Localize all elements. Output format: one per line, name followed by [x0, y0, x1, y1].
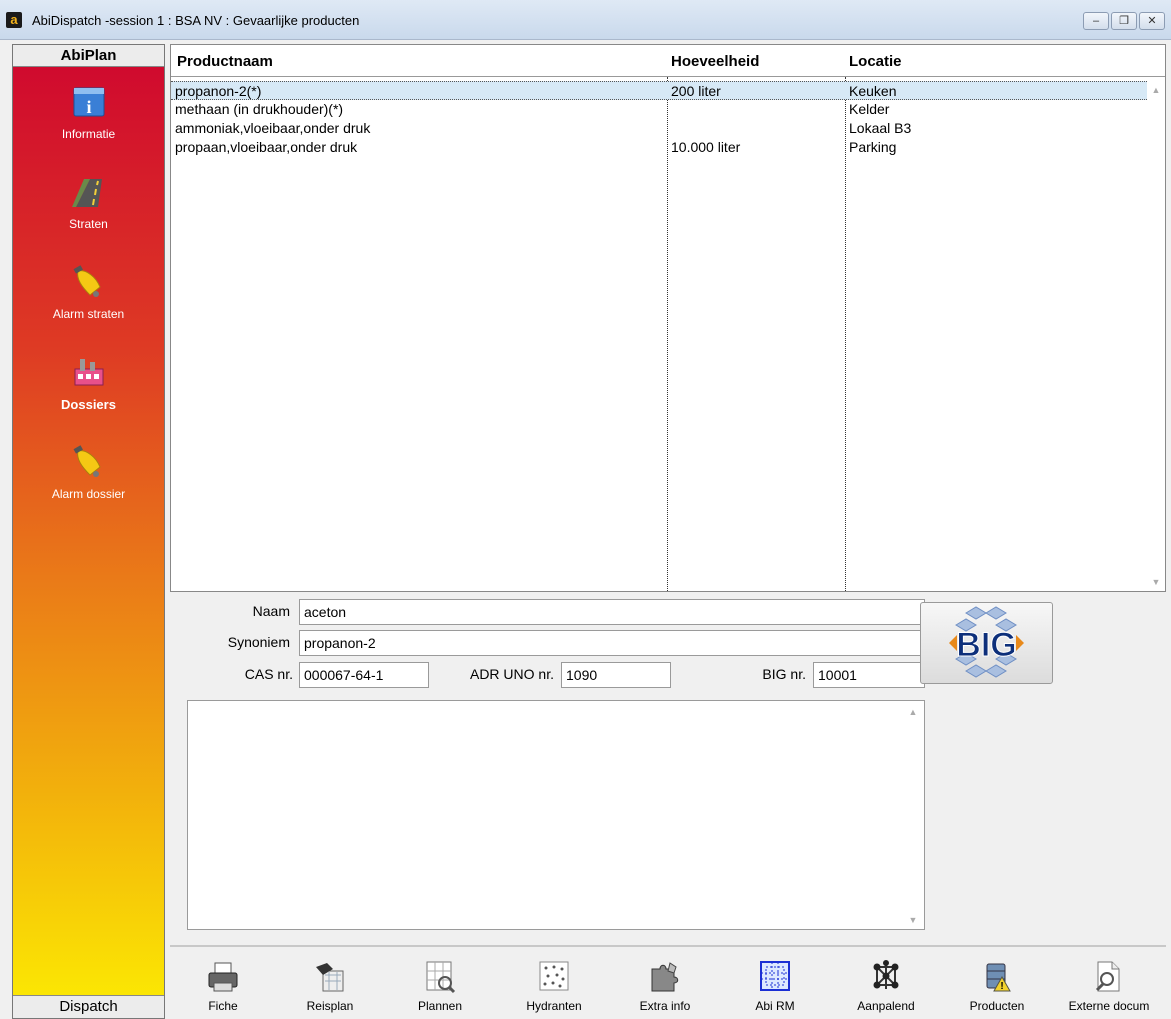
notes-textarea[interactable]: ▲ ▼	[187, 700, 925, 930]
table-scrollbar[interactable]: ▲ ▼	[1147, 77, 1165, 591]
sidebar-item-label: Dossiers	[61, 397, 116, 412]
toolbar-label: Producten	[969, 999, 1025, 1013]
network-icon	[873, 960, 899, 989]
toolbar-label: Fiche	[208, 999, 238, 1013]
sidebar-footer[interactable]: Dispatch	[13, 995, 164, 1018]
cas-label: CAS nr.	[244, 666, 293, 682]
table-body: propanon-2(*) 200 liter Keuken methaan (in …	[171, 81, 1147, 157]
toolbar-label: Extra info	[639, 999, 691, 1013]
svg-text:i: i	[86, 97, 91, 117]
cell-productnaam: propanon-2(*)	[175, 83, 262, 99]
toolbar-label: Externe docum	[1068, 999, 1150, 1013]
sidebar-item-label: Informatie	[61, 127, 116, 141]
externe-documenten-button[interactable]: Externe docum	[1061, 959, 1157, 1013]
sidebar-nav: i Informatie Straten Alarm straten Dossi…	[13, 67, 164, 995]
fiche-button[interactable]: Fiche	[175, 959, 271, 1013]
synoniem-label: Synoniem	[227, 634, 290, 650]
bell-icon	[73, 265, 101, 297]
cell-productnaam: propaan,vloeibaar,onder druk	[175, 139, 358, 155]
hydrant-map-icon	[539, 961, 569, 991]
grid-icon	[760, 961, 790, 991]
info-icon: i	[73, 87, 104, 117]
sidebar: AbiPlan i Informatie Straten Alarm strat…	[12, 44, 165, 1019]
sidebar-header[interactable]: AbiPlan	[13, 45, 164, 67]
hazard-barrel-icon: !	[986, 963, 1011, 992]
minimize-button[interactable]: –	[1083, 12, 1109, 30]
cell-hoeveelheid: 10.000 liter	[671, 139, 741, 155]
puzzle-icon	[651, 962, 679, 992]
cell-productnaam: ammoniak,vloeibaar,onder druk	[175, 120, 371, 136]
sidebar-item-label: Straten	[69, 217, 108, 231]
table-row[interactable]: propaan,vloeibaar,onder druk 10.000 liter…	[171, 138, 1147, 157]
adr-uno-label: ADR UNO nr.	[469, 666, 554, 682]
printer-icon	[208, 962, 238, 992]
toolbar-label: Abi RM	[755, 999, 795, 1013]
svg-text:!: !	[1000, 981, 1003, 992]
scroll-up-icon[interactable]: ▲	[1147, 85, 1165, 95]
app-logo-icon: a	[6, 12, 22, 28]
scroll-up-icon[interactable]: ▲	[904, 707, 922, 717]
naam-label: Naam	[252, 603, 290, 619]
plannen-button[interactable]: Plannen	[392, 959, 488, 1013]
window-titlebar: a AbiDispatch -session 1 : BSA NV : Geva…	[0, 0, 1171, 40]
scroll-down-icon[interactable]: ▼	[904, 915, 922, 925]
sidebar-item-informatie[interactable]: i Informatie	[13, 85, 164, 141]
svg-text:BIG: BIG	[956, 626, 1016, 664]
column-header-productnaam[interactable]: Productnaam	[177, 53, 273, 70]
big-logo-icon: BIG	[949, 606, 1024, 678]
scroll-down-icon[interactable]: ▼	[1147, 577, 1165, 587]
sidebar-item-alarm-dossier[interactable]: Alarm dossier	[13, 445, 164, 501]
reisplan-button[interactable]: Reisplan	[282, 959, 378, 1013]
extra-info-button[interactable]: Extra info	[617, 959, 713, 1013]
adr-uno-field[interactable]: 1090	[561, 662, 671, 688]
column-header-hoeveelheid[interactable]: Hoeveelheid	[671, 53, 759, 70]
close-button[interactable]: ✕	[1139, 12, 1165, 30]
sidebar-item-label: Alarm dossier	[51, 487, 126, 501]
column-header-locatie[interactable]: Locatie	[849, 53, 902, 70]
naam-field[interactable]: aceton	[299, 599, 925, 625]
restore-button[interactable]: ❐	[1111, 12, 1137, 30]
big-database-button[interactable]: BIG	[920, 602, 1053, 684]
sidebar-item-straten[interactable]: Straten	[13, 175, 164, 231]
toolbar-label: Reisplan	[306, 999, 354, 1013]
cell-locatie: Keuken	[849, 83, 897, 99]
cell-locatie: Parking	[849, 139, 897, 155]
cell-locatie: Kelder	[849, 101, 890, 117]
table-header: Productnaam Hoeveelheid Locatie	[171, 45, 1165, 77]
road-icon	[71, 179, 102, 207]
cas-field[interactable]: 000067-64-1	[299, 662, 429, 688]
toolbar-label: Hydranten	[526, 999, 582, 1013]
toolbar-label: Plannen	[417, 999, 463, 1013]
producten-button[interactable]: ! Producten	[949, 959, 1045, 1013]
plan-zoom-icon	[426, 961, 456, 994]
table-row[interactable]: propanon-2(*) 200 liter Keuken	[171, 81, 1147, 100]
window-title: AbiDispatch -session 1 : BSA NV : Gevaar…	[32, 13, 360, 28]
cell-hoeveelheid: 200 liter	[671, 83, 721, 99]
notes-text	[188, 701, 904, 929]
bottom-toolbar: Fiche Reisplan Plannen Hydranten Extra i…	[170, 945, 1166, 1019]
factory-icon	[74, 359, 103, 386]
toolbar-label: Aanpalend	[857, 999, 915, 1013]
table-row[interactable]: ammoniak,vloeibaar,onder druk Lokaal B3	[171, 119, 1147, 138]
abi-rm-button[interactable]: Abi RM	[727, 959, 823, 1013]
synoniem-field[interactable]: propanon-2	[299, 630, 925, 656]
document-search-icon	[1095, 961, 1120, 992]
products-table[interactable]: Productnaam Hoeveelheid Locatie propanon…	[170, 44, 1166, 592]
sidebar-item-dossiers[interactable]: Dossiers	[13, 355, 164, 412]
big-nr-field[interactable]: 10001	[813, 662, 925, 688]
big-nr-label: BIG nr.	[762, 666, 806, 682]
sidebar-item-label: Alarm straten	[52, 307, 125, 321]
bell-icon	[73, 445, 101, 477]
sidebar-item-alarm-straten[interactable]: Alarm straten	[13, 265, 164, 321]
cell-productnaam: methaan (in drukhouder)(*)	[175, 101, 344, 117]
cell-locatie: Lokaal B3	[849, 120, 912, 136]
table-row[interactable]: methaan (in drukhouder)(*) Kelder	[171, 100, 1147, 119]
aanpalend-button[interactable]: Aanpalend	[838, 959, 934, 1013]
hydranten-button[interactable]: Hydranten	[506, 959, 602, 1013]
route-map-icon	[316, 963, 344, 992]
